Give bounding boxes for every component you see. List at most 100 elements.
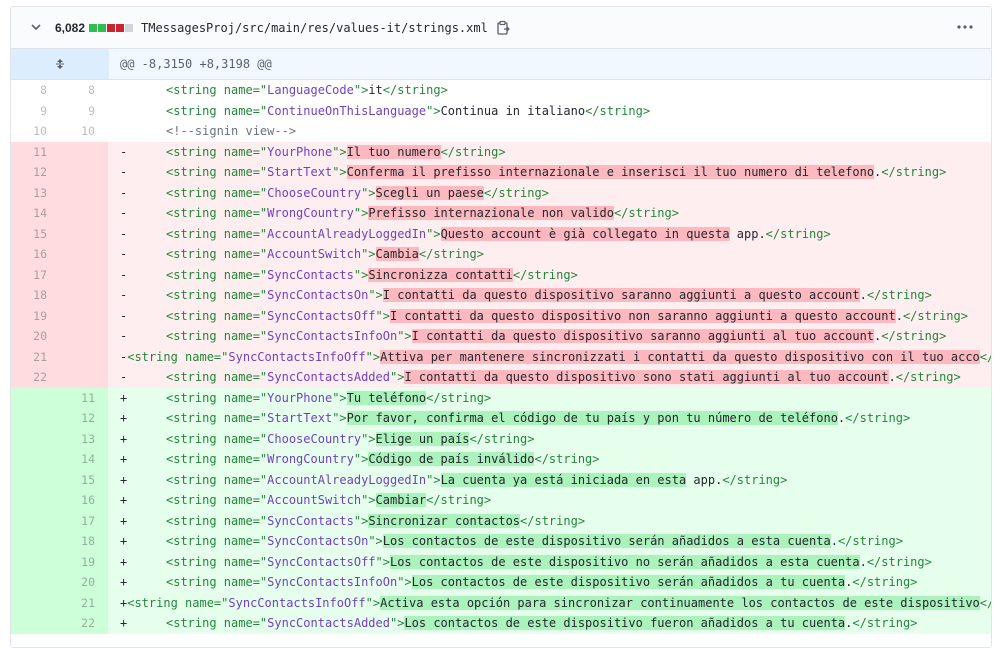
new-line-number[interactable] (60, 162, 108, 183)
old-line-number[interactable]: 8 (11, 80, 60, 101)
new-line-number[interactable]: 15 (60, 469, 108, 490)
old-line-number[interactable]: 19 (11, 305, 60, 326)
old-line-number[interactable] (11, 613, 60, 634)
old-line-number[interactable]: 22 (11, 367, 60, 388)
code-line: + <string name=" AccountSwitch "> Cambiar </… (108, 490, 991, 511)
code-line: - <string name=" AccountSwitch "> Cambia </s… (108, 244, 991, 265)
diff-line-del: 11 - <string name=" YourPhone "> Il tuo nume… (11, 141, 991, 162)
code-line: - <string name=" SyncContactsOn "> I contat… (108, 285, 991, 306)
diff-line-del: 21 - <string name=" SyncContactsInfoOff "> A… (11, 346, 991, 367)
new-line-number[interactable] (60, 367, 108, 388)
tag-close: </string> (866, 554, 932, 569)
old-line-number[interactable]: 14 (11, 203, 60, 224)
old-line-number[interactable] (11, 408, 60, 429)
tag-close: </string> (866, 288, 932, 303)
old-line-number[interactable]: 16 (11, 244, 60, 265)
old-line-number[interactable]: 12 (11, 162, 60, 183)
string-name: SyncContactsOff (267, 308, 376, 323)
new-line-number[interactable]: 9 (60, 100, 108, 121)
diff-line-add: 11 + <string name=" YourPhone "> Tu teléfono… (11, 387, 991, 408)
new-line-number[interactable]: 22 (60, 613, 108, 634)
diffstat-block (89, 23, 98, 32)
tag-mid: "> (353, 206, 369, 221)
old-line-number[interactable]: 9 (11, 100, 60, 121)
old-line-number[interactable] (11, 387, 60, 408)
diff-line-add: 15 + <string name=" AccountAlreadyLoggedIn… (11, 469, 991, 490)
old-line-number[interactable] (11, 469, 60, 490)
new-line-number[interactable] (60, 182, 108, 203)
old-line-number[interactable]: 20 (11, 326, 60, 347)
new-line-number[interactable]: 18 (60, 531, 108, 552)
changes-count: 6,082 (55, 20, 86, 35)
new-line-number[interactable] (60, 244, 108, 265)
old-line-number[interactable] (11, 592, 60, 613)
file-path[interactable]: TMessagesProj/src/main/res/values-it/str… (141, 21, 488, 35)
tag-close: </string> (469, 431, 535, 446)
expand-icon[interactable] (11, 49, 109, 79)
string-name: ChooseCountry (267, 431, 362, 446)
new-line-number[interactable]: 19 (60, 551, 108, 572)
new-line-number[interactable]: 17 (60, 510, 108, 531)
string-tail: . (895, 308, 903, 323)
old-line-number[interactable] (11, 531, 60, 552)
old-line-number[interactable] (11, 428, 60, 449)
old-line-number[interactable]: 15 (11, 223, 60, 244)
old-line-number[interactable]: 17 (11, 264, 60, 285)
diff-line-add: 17 + <string name=" SyncContacts "> Sincroni… (11, 510, 991, 531)
string-value: Los contactos de este dispositivo serán … (382, 534, 831, 549)
new-line-number[interactable]: 13 (60, 428, 108, 449)
new-line-number[interactable]: 10 (60, 121, 108, 142)
old-line-number[interactable] (11, 449, 60, 470)
new-line-number[interactable] (60, 285, 108, 306)
new-line-number[interactable]: 12 (60, 408, 108, 429)
old-line-number[interactable] (11, 510, 60, 531)
old-line-number[interactable] (11, 551, 60, 572)
old-line-number[interactable] (11, 572, 60, 593)
tag-mid: "> (375, 554, 390, 569)
new-line-number[interactable] (60, 141, 108, 162)
old-line-number[interactable]: 21 (11, 346, 60, 367)
line-marker: - (120, 247, 128, 262)
old-line-number[interactable]: 10 (11, 121, 60, 142)
old-line-number[interactable]: 18 (11, 285, 60, 306)
new-line-number[interactable] (60, 264, 108, 285)
new-line-number[interactable]: 14 (60, 449, 108, 470)
diff-line-add: 12 + <string name=" StartText "> Por favor, … (11, 408, 991, 429)
diffstat-block (125, 23, 134, 32)
string-name: SyncContactsAdded (267, 370, 390, 385)
old-line-number[interactable] (11, 490, 60, 511)
tag-close: </string> (418, 247, 484, 262)
tag-close: </string> (426, 390, 492, 405)
tag-close: </string> (902, 308, 968, 323)
diff-line-ctx: 99 <string name=" ContinueOnThisLanguage "… (11, 100, 991, 121)
new-line-number[interactable] (60, 223, 108, 244)
string-name: WrongCountry (267, 206, 354, 221)
diff-line-add: 13 + <string name=" ChooseCountry "> Elige u… (11, 428, 991, 449)
tag-mid: "> (426, 103, 441, 118)
chevron-down-icon[interactable] (31, 23, 41, 33)
code-line: + <string name=" AccountAlreadyLoggedIn ">… (108, 469, 991, 490)
clipboard-icon[interactable] (496, 20, 510, 36)
kebab-menu-icon[interactable] (957, 21, 973, 33)
string-value: Tu teléfono (346, 390, 427, 405)
new-line-number[interactable]: 11 (60, 387, 108, 408)
new-line-number[interactable] (60, 305, 108, 326)
new-line-number[interactable]: 8 (60, 80, 108, 101)
diff-line-ctx: 10 10 <!--signin view--> (11, 121, 991, 142)
tag-open: <string name=" (166, 513, 268, 528)
tag-open: <string name=" (166, 165, 268, 180)
string-tail: app. (729, 226, 766, 241)
new-line-number[interactable] (60, 203, 108, 224)
new-line-number[interactable]: 21 (60, 592, 108, 613)
diff-line-add: 18 + <string name=" SyncContactsOn "> Los co… (11, 531, 991, 552)
old-line-number[interactable]: 11 (11, 141, 60, 162)
new-line-number[interactable] (60, 326, 108, 347)
new-line-number[interactable] (60, 346, 108, 367)
new-line-number[interactable]: 20 (60, 572, 108, 593)
old-line-number[interactable]: 13 (11, 182, 60, 203)
new-line-number[interactable]: 16 (60, 490, 108, 511)
string-value: Scegli un paese (375, 185, 484, 200)
tag-mid: "> (361, 247, 376, 262)
code-line: - <string name=" AccountAlreadyLoggedIn ">… (108, 223, 991, 244)
line-marker: - (120, 370, 128, 385)
